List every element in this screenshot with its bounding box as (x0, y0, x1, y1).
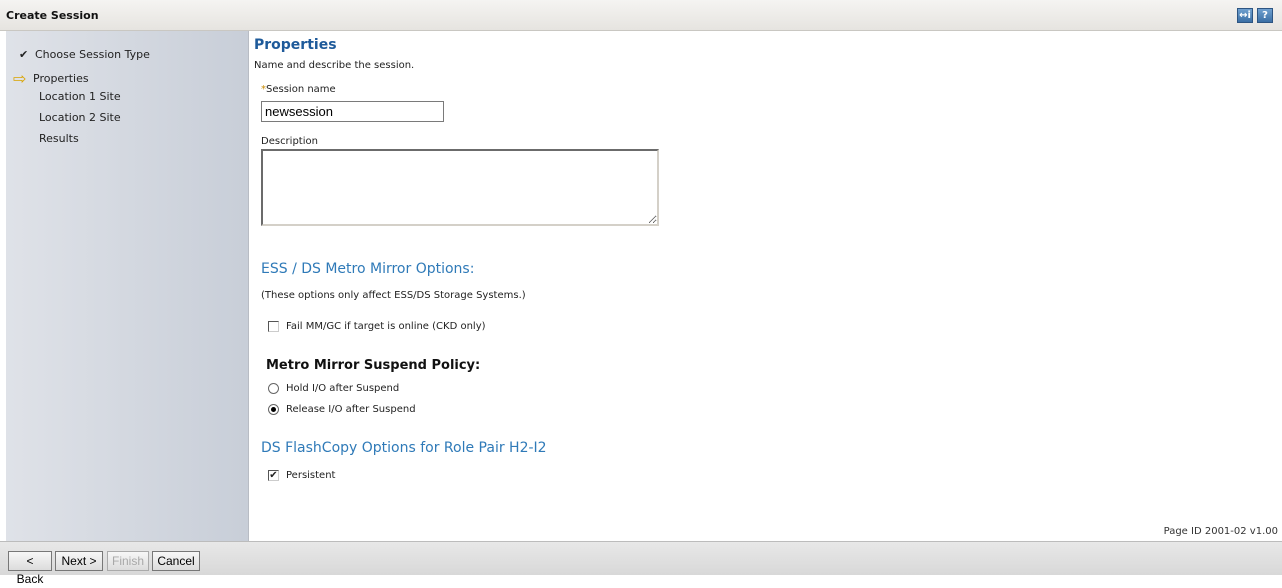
help-icon[interactable]: ? (1257, 8, 1273, 23)
properties-panel: Properties Name and describe the session… (249, 31, 1282, 541)
checkmark-icon: ✔ (19, 48, 29, 61)
restore-icon[interactable]: ↔i (1237, 8, 1253, 23)
page-subtitle: Name and describe the session. (254, 60, 415, 71)
hold-io-radio[interactable] (268, 383, 279, 394)
persistent-checkbox[interactable]: ✔ (268, 470, 279, 481)
session-name-label: *Session name (261, 84, 336, 95)
release-io-radio[interactable] (268, 404, 279, 415)
nav-step-location-1-site[interactable]: Location 1 Site (39, 90, 121, 103)
metro-mirror-options-note: (These options only affect ESS/DS Storag… (261, 290, 526, 301)
wizard-button-bar: < Back Next > Finish Cancel (0, 541, 1282, 586)
persistent-label: Persistent (286, 470, 336, 481)
hold-io-option[interactable]: Hold I/O after Suspend (268, 383, 399, 394)
suspend-policy-heading: Metro Mirror Suspend Policy: (266, 358, 481, 373)
description-textarea[interactable] (261, 149, 659, 226)
current-step-arrow-icon: ⇨ (13, 69, 27, 88)
page-id: Page ID 2001-02 v1.00 (1163, 526, 1278, 537)
cancel-button[interactable]: Cancel (152, 551, 200, 571)
description-label: Description (261, 136, 318, 147)
metro-mirror-options-heading: ESS / DS Metro Mirror Options: (261, 261, 475, 277)
session-name-input[interactable] (261, 101, 444, 122)
nav-step-label: Location 2 Site (39, 111, 121, 124)
nav-step-label: Results (39, 132, 79, 145)
finish-button[interactable]: Finish (107, 551, 149, 571)
nav-step-label: Properties (33, 72, 89, 85)
page-title: Properties (254, 37, 337, 53)
release-io-option[interactable]: Release I/O after Suspend (268, 404, 416, 415)
back-button[interactable]: < Back (8, 551, 52, 586)
nav-step-properties[interactable]: ⇨ Properties (13, 69, 89, 88)
fail-mm-checkbox[interactable] (268, 321, 279, 332)
nav-step-choose-session-type[interactable]: ✔ Choose Session Type (19, 48, 150, 61)
flashcopy-options-heading: DS FlashCopy Options for Role Pair H2-I2 (261, 440, 547, 456)
nav-step-label: Choose Session Type (35, 48, 150, 61)
persistent-option[interactable]: ✔ Persistent (268, 470, 335, 481)
window-title: Create Session (6, 9, 99, 22)
nav-step-location-2-site[interactable]: Location 2 Site (39, 111, 121, 124)
nav-step-label: Location 1 Site (39, 90, 121, 103)
fail-mm-label: Fail MM/GC if target is online (CKD only… (286, 321, 486, 332)
title-bar: Create Session ↔i ? (0, 0, 1282, 31)
next-button[interactable]: Next > (55, 551, 103, 571)
hold-io-label: Hold I/O after Suspend (286, 383, 400, 394)
fail-mm-option[interactable]: Fail MM/GC if target is online (CKD only… (268, 321, 486, 332)
nav-step-results[interactable]: Results (39, 132, 79, 145)
wizard-steps-nav: ✔ Choose Session Type ⇨ Properties Locatio… (6, 31, 249, 541)
release-io-label: Release I/O after Suspend (286, 404, 416, 415)
